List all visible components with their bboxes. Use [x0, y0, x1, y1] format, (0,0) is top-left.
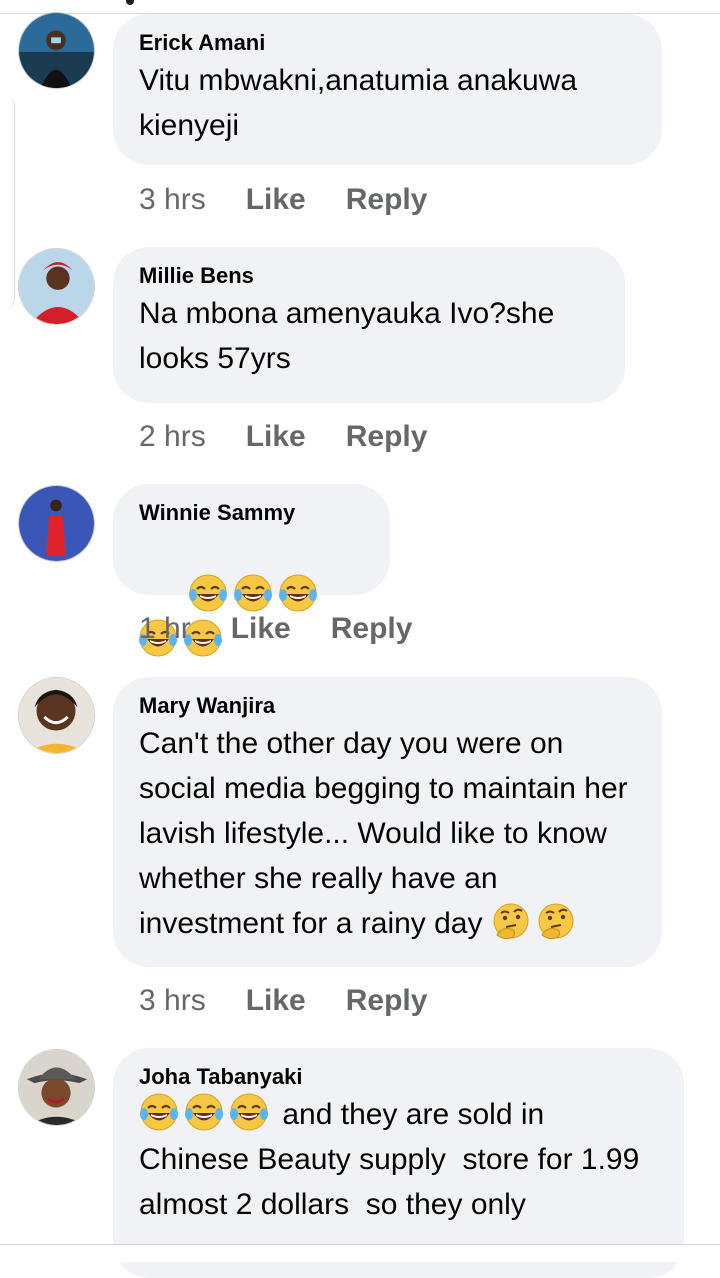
- reply-button[interactable]: Reply: [346, 419, 428, 455]
- comment-time[interactable]: 1 hr: [139, 611, 191, 647]
- laughing-tears-emoji-icon: [229, 1092, 269, 1132]
- avatar[interactable]: [18, 248, 95, 325]
- header-fragment: [126, 0, 134, 5]
- like-button[interactable]: Like: [246, 419, 306, 455]
- thinking-face-emoji-icon: [491, 901, 531, 941]
- reply-button[interactable]: Reply: [331, 611, 413, 647]
- comment-author[interactable]: Joha Tabanyaki: [139, 1062, 658, 1092]
- avatar[interactable]: [18, 1049, 95, 1126]
- top-bar: [0, 0, 720, 14]
- comment-author[interactable]: Winnie Sammy: [139, 498, 364, 528]
- like-button[interactable]: Like: [231, 611, 291, 647]
- comment-text: and they are sold in Chinese Beauty suppl…: [139, 1092, 658, 1227]
- comment-actions: 1 hr Like Reply: [139, 611, 412, 647]
- laughing-tears-emoji-icon: [139, 1092, 179, 1132]
- thinking-face-emoji-icon: [536, 901, 576, 941]
- comment-time[interactable]: 3 hrs: [139, 182, 206, 218]
- comment-text-body: Chinese Beauty supply store for 1.99 alm…: [139, 1143, 656, 1221]
- comment-text: Can't the other day you were on social m…: [139, 721, 636, 946]
- laughing-tears-emoji-icon: [184, 1092, 224, 1132]
- reply-button[interactable]: Reply: [346, 983, 428, 1019]
- comment-actions: 3 hrs Like Reply: [139, 983, 427, 1019]
- comment-actions: 3 hrs Like Reply: [139, 182, 427, 218]
- comment-bubble: Mary Wanjira Can't the other day you wer…: [113, 677, 662, 967]
- like-button[interactable]: Like: [246, 182, 306, 218]
- comment-time[interactable]: 2 hrs: [139, 419, 206, 455]
- laughing-tears-emoji-icon: [278, 573, 318, 613]
- comment-actions: 2 hrs Like Reply: [139, 419, 427, 455]
- laughing-tears-emoji-icon: [233, 573, 273, 613]
- reply-button[interactable]: Reply: [346, 182, 428, 218]
- avatar[interactable]: [18, 12, 95, 89]
- comment-author[interactable]: Mary Wanjira: [139, 691, 636, 721]
- comment-bubble: Winnie Sammy: [113, 484, 390, 657]
- comment-bubble: Millie Bens Na mbona amenyauka Ivo?she l…: [113, 247, 625, 403]
- comment-bubble: Erick Amani Vitu mbwakni,anatumia anakuw…: [113, 14, 662, 165]
- laughing-tears-emoji-icon: [188, 573, 228, 613]
- comment-text-line1: and they are sold in: [282, 1098, 545, 1131]
- avatar[interactable]: [18, 485, 95, 562]
- bottom-bar: [0, 1244, 720, 1262]
- comment-author[interactable]: Erick Amani: [139, 28, 636, 58]
- like-button[interactable]: Like: [246, 983, 306, 1019]
- comment-time[interactable]: 3 hrs: [139, 983, 206, 1019]
- comment-text: Vitu mbwakni,anatumia anakuwa kienyeji: [139, 64, 586, 142]
- comment-author[interactable]: Millie Bens: [139, 261, 599, 291]
- comment-text: Na mbona amenyauka Ivo?she looks 57yrs: [139, 297, 563, 375]
- side-panel-edge: [0, 95, 15, 310]
- avatar[interactable]: [18, 677, 95, 754]
